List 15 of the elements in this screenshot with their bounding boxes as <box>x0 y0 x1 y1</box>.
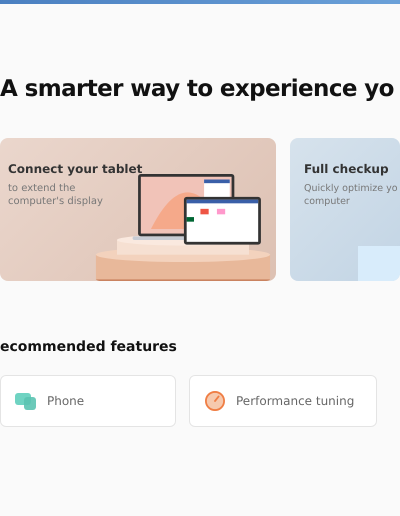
phone-icon <box>15 391 37 411</box>
feature-button[interactable]: Phone <box>0 375 176 427</box>
card-description: computer <box>304 195 351 208</box>
feature-card[interactable]: Full checkup Quickly optimize yo computer <box>290 138 400 281</box>
card-description: computer's display <box>8 195 104 208</box>
card-description: Quickly optimize yo <box>304 182 398 195</box>
card-title: Connect your tablet <box>8 162 142 176</box>
page-heading: A smarter way to experience yo <box>0 76 395 102</box>
card-description: to extend the <box>8 182 76 195</box>
feature-button[interactable]: Performance tuning <box>189 375 377 427</box>
section-title: ecommended features <box>0 339 178 355</box>
cube-shape <box>358 246 400 281</box>
feature-card[interactable]: Connect your tablet to extend the computer's display <box>0 138 276 281</box>
gauge-icon <box>204 391 226 411</box>
card-title: Full checkup <box>304 162 390 176</box>
